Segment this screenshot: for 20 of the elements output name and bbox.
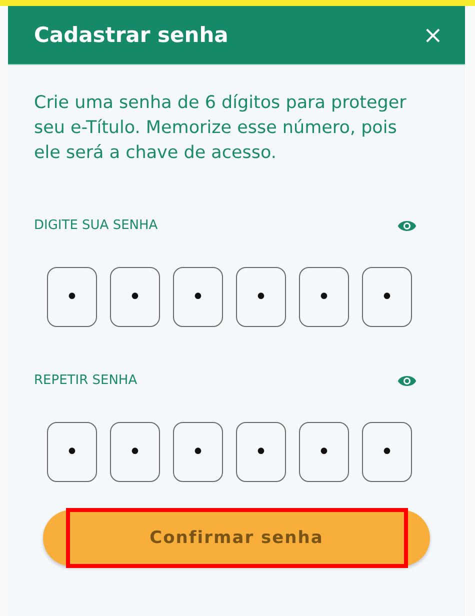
pin-digit-field[interactable]: • [47, 422, 97, 482]
pin-digit-field[interactable]: • [47, 267, 97, 327]
instruction-text: Crie uma senha de 6 dígitos para proteger seu e-Título. Memorize esse número, pois ele será a chave de acesso. [34, 92, 408, 165]
field-label: REPETIR SENHA [34, 373, 138, 388]
close-button[interactable]: × [418, 21, 447, 49]
dialog-title: Cadastrar senha [34, 23, 228, 47]
pin-digit-field[interactable]: • [236, 267, 286, 327]
confirm-button[interactable]: Confirmar senha [43, 510, 430, 566]
pin-digit-field[interactable]: • [236, 422, 286, 482]
pin-digit-field[interactable]: • [299, 267, 349, 327]
pin-digit-field[interactable]: • [173, 267, 223, 327]
pin-digit-field[interactable]: • [173, 422, 223, 482]
field-label: DIGITE SUA SENHA [34, 218, 158, 233]
pin-digit-field[interactable]: • [362, 422, 412, 482]
pin-digit-field[interactable]: • [110, 267, 160, 327]
eye-icon[interactable] [397, 374, 417, 388]
eye-icon[interactable] [397, 218, 417, 232]
pin-digit-field[interactable]: • [362, 267, 412, 327]
pin-digit-field[interactable]: • [299, 422, 349, 482]
pin-digit-field[interactable]: • [110, 422, 160, 482]
